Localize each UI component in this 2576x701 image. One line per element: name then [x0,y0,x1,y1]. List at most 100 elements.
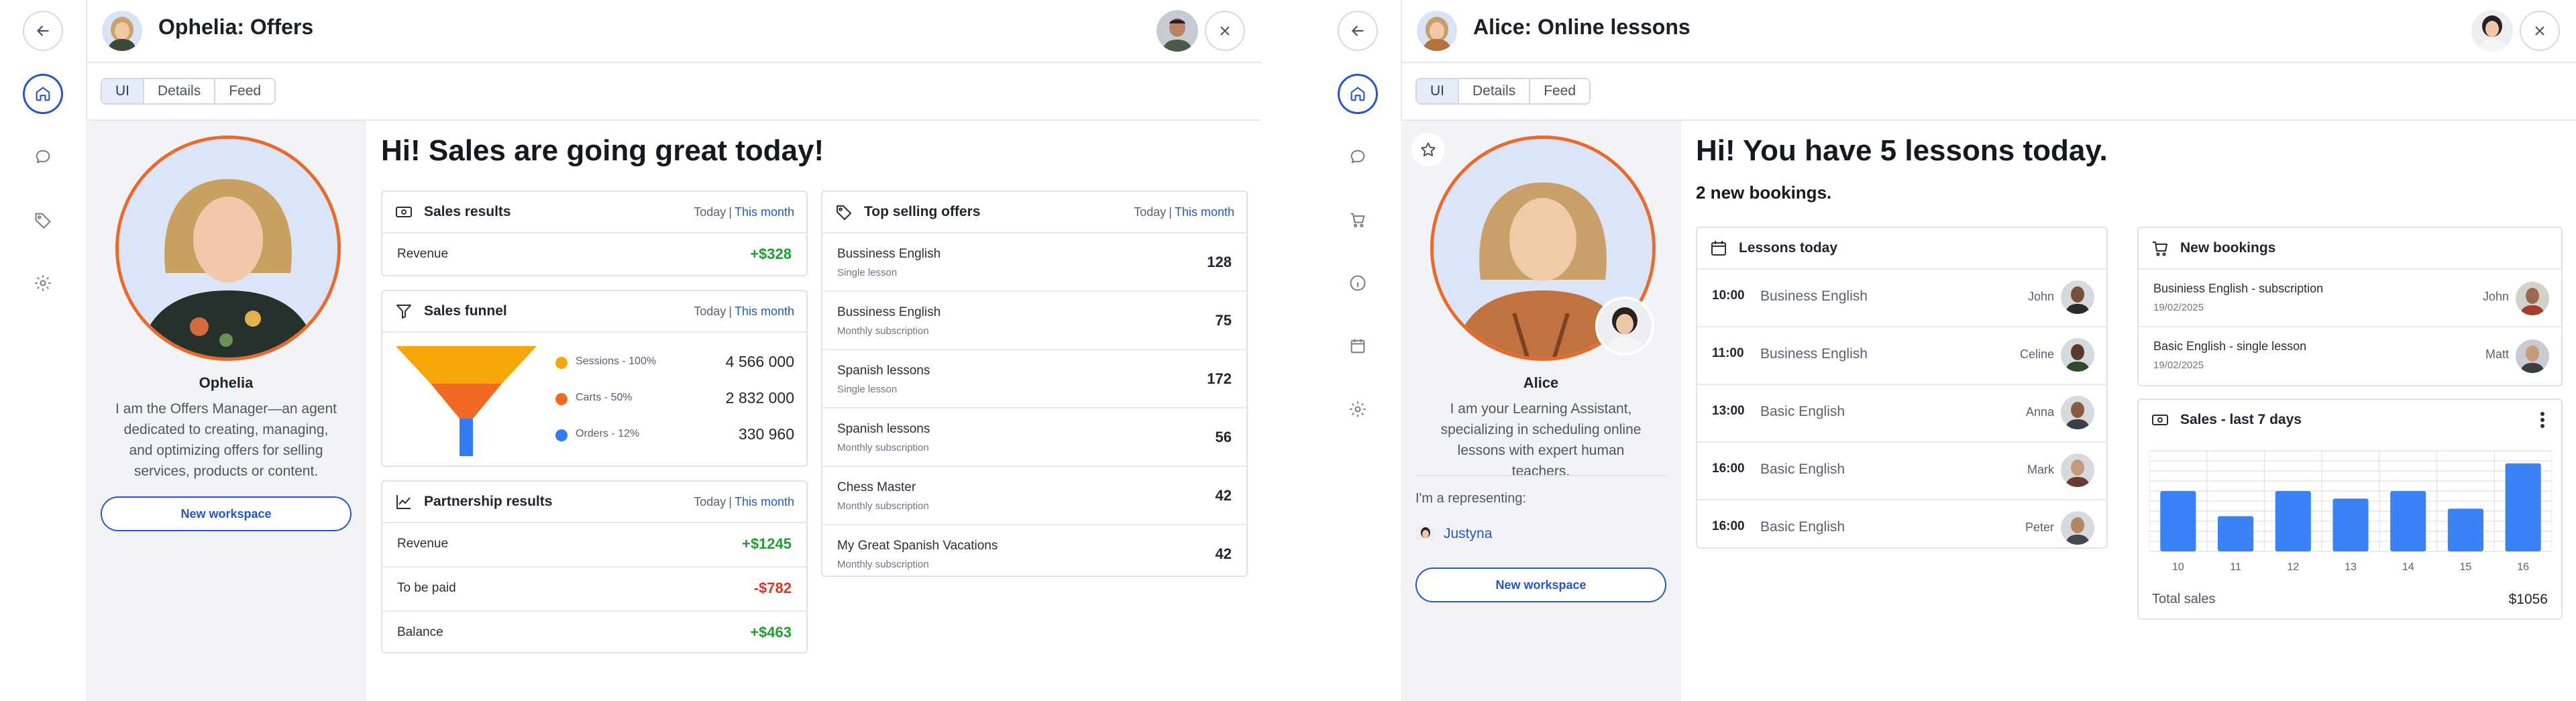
sales-last-7-days-card: Sales - last 7 days 10 11 12 13 14 15 16 Total… [2137,398,2563,620]
x-tick-label: 11 [2230,561,2241,573]
offer-name: Bussiness English [837,305,941,319]
back-button[interactable] [1338,11,1378,51]
representing-link[interactable]: Justyna [1444,526,1492,542]
header: Alice: Online lessons [1401,0,2576,63]
period-this-month[interactable]: This month [735,205,794,219]
offer-row[interactable]: Chess Master Monthly subscription 42 [822,467,1246,525]
agent-profile-panel: Alice I am your Learning Assistant, spec… [1401,121,1681,701]
card-title: New bookings [2180,240,2276,256]
bar-10 [2160,491,2196,551]
lessons-today-card: Lessons today 10:00 Business English John 1… [1696,227,2108,549]
legend-label: Carts - 50% [576,392,633,403]
booking-row[interactable]: Basic English - single lesson 19/02/2025… [2139,327,2561,384]
student-avatar [2061,396,2094,429]
offers-button[interactable] [23,200,63,240]
back-button[interactable] [23,11,63,51]
bar-12 [2275,491,2311,551]
student-avatar [2061,453,2094,487]
user-avatar[interactable] [1157,10,1198,52]
info-button[interactable] [1338,263,1378,303]
bar-16 [2505,463,2541,551]
lesson-student: John [2027,290,2054,303]
tab-ui[interactable]: UI [102,79,144,103]
cart-button[interactable] [1338,200,1378,240]
lesson-row[interactable]: 11:00 Business English Celine [1697,327,2106,385]
lesson-course: Business English [1760,346,1868,362]
booking-title: Basic English - single lesson [2153,339,2307,353]
row-label: Revenue [397,537,449,551]
row-value: +$463 [750,624,792,641]
chat-button[interactable] [23,137,63,177]
tab-feed[interactable]: Feed [1530,79,1589,103]
booking-name: Matt [2485,347,2509,361]
settings-button[interactable] [1338,389,1378,429]
tab-bar: UI Details Feed [86,62,1261,121]
period-today[interactable]: Today [694,205,726,219]
period-switch: Today | This month [694,305,794,318]
sales-bar-chart: 10 11 12 13 14 15 16 [2149,450,2552,573]
card-title: Sales funnel [424,303,507,319]
tab-details[interactable]: Details [144,79,216,103]
offer-row[interactable]: Bussiness English Single lesson 128 [822,233,1246,292]
total-sales-label: Total sales [2152,592,2216,606]
side-rail [0,0,87,701]
offer-type: Monthly subscription [837,559,929,570]
side-rail [1315,0,1402,701]
view-tabs: UI Details Feed [1415,78,1591,105]
lesson-student: Peter [2025,521,2054,534]
new-bookings-card: New bookings Businiess English - subscri… [2137,227,2563,386]
booking-avatar [2516,282,2549,315]
more-menu-button[interactable] [2534,409,2551,431]
tab-ui[interactable]: UI [1417,79,1459,103]
lesson-row[interactable]: 16:00 Basic English Peter [1697,500,2106,547]
favorite-button[interactable] [1411,133,1445,166]
offer-row[interactable]: Spanish lessons Single lesson 172 [822,350,1246,409]
lesson-row[interactable]: 10:00 Business English John [1697,270,2106,327]
star-icon [1421,142,1436,156]
offer-row[interactable]: Bussiness English Monthly subscription 7… [822,292,1246,350]
settings-button[interactable] [23,263,63,303]
period-today[interactable]: Today [1134,205,1166,219]
period-this-month[interactable]: This month [1175,205,1234,219]
student-avatar [2061,338,2094,372]
period-today[interactable]: Today [694,305,726,318]
lesson-row[interactable]: 13:00 Basic English Anna [1697,385,2106,443]
new-workspace-button[interactable]: New workspace [1415,568,1666,602]
tag-icon [837,205,851,220]
legend-item: Sessions - 100% 4 566 000 [555,352,794,388]
offer-type: Monthly subscription [837,500,929,512]
calendar-button[interactable] [1338,326,1378,366]
tab-bar: UI Details Feed [1401,62,2576,121]
offer-count: 42 [1215,545,1232,562]
tab-details[interactable]: Details [1459,79,1531,103]
table-row: Revenue +$1245 [382,523,806,568]
offer-name: My Great Spanish Vacations [837,539,998,553]
close-button[interactable] [1205,11,1245,51]
chat-button[interactable] [1338,137,1378,177]
period-today[interactable]: Today [694,495,726,508]
gear-icon [1350,401,1366,417]
tab-feed[interactable]: Feed [215,79,274,103]
lesson-time: 13:00 [1712,404,1745,418]
tag-icon [35,213,51,229]
agent-name: Ophelia [199,374,254,391]
agent-name: Alice [1523,374,1559,391]
offer-row[interactable]: My Great Spanish Vacations Monthly subsc… [822,525,1246,576]
period-this-month[interactable]: This month [735,495,794,508]
bar-15 [2447,508,2483,551]
legend-item: Carts - 50% 2 832 000 [555,388,794,424]
home-button[interactable] [1338,74,1378,114]
home-button[interactable] [23,74,63,114]
sales-funnel-card: Sales funnel Today | This month Sessions -… [381,290,808,467]
lesson-row[interactable]: 16:00 Basic English Mark [1697,443,2106,500]
funnel-graphic [396,346,537,456]
booking-row[interactable]: Businiess English - subscription 19/02/2… [2139,270,2561,327]
user-avatar[interactable] [2471,10,2513,52]
offer-row[interactable]: Spanish lessons Monthly subscription 56 [822,409,1246,467]
home-icon [1350,87,1365,101]
legend-value: 2 832 000 [725,389,794,407]
period-this-month[interactable]: This month [735,305,794,318]
partnership-results-card: Partnership results Today | This month Rev… [381,480,808,653]
new-workspace-button[interactable]: New workspace [101,496,352,531]
close-button[interactable] [2520,11,2560,51]
